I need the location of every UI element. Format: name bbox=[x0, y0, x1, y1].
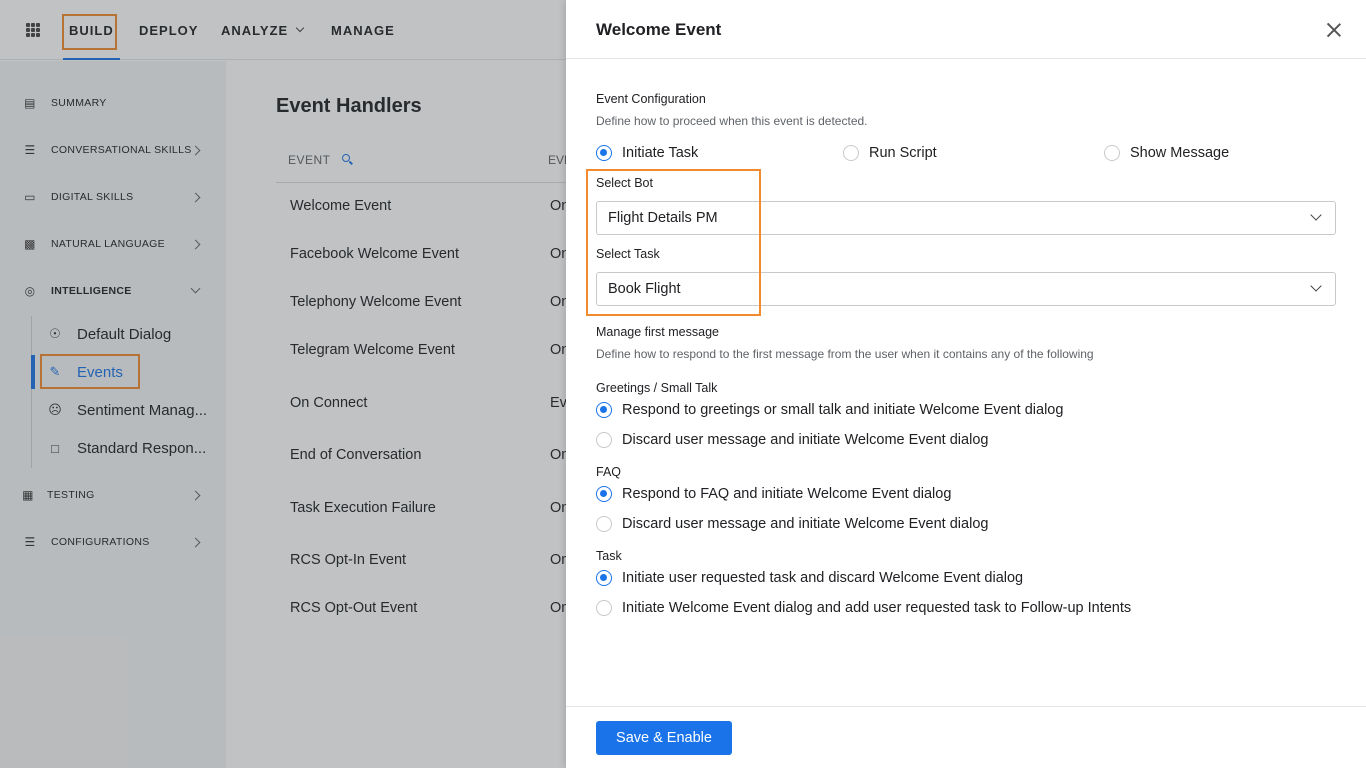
greetings-label: Greetings / Small Talk bbox=[596, 381, 718, 395]
panel-footer-divider bbox=[566, 706, 1366, 707]
radio-label: Discard user message and initiate Welcom… bbox=[622, 432, 989, 448]
task-label: Task bbox=[596, 549, 622, 563]
select-highlight-box bbox=[586, 169, 761, 316]
radio-unselected-icon bbox=[596, 600, 612, 616]
event-configuration-description: Define how to proceed when this event is… bbox=[596, 114, 868, 128]
radio-selected-icon bbox=[596, 570, 612, 586]
manage-first-message-description: Define how to respond to the first messa… bbox=[596, 347, 1094, 361]
radio-unselected-icon bbox=[596, 516, 612, 532]
radio-label: Initiate Welcome Event dialog and add us… bbox=[622, 600, 1132, 616]
radio-greetings-respond[interactable]: Respond to greetings or small talk and i… bbox=[596, 402, 1063, 418]
save-enable-button[interactable]: Save & Enable bbox=[596, 721, 732, 755]
radio-label: Run Script bbox=[869, 145, 937, 161]
radio-label: Discard user message and initiate Welcom… bbox=[622, 516, 989, 532]
radio-show-message[interactable]: Show Message bbox=[1104, 145, 1229, 161]
radio-label: Respond to FAQ and initiate Welcome Even… bbox=[622, 486, 952, 502]
panel-header-divider bbox=[566, 58, 1366, 59]
radio-faq-discard[interactable]: Discard user message and initiate Welcom… bbox=[596, 516, 988, 532]
radio-initiate-task[interactable]: Initiate Task bbox=[596, 145, 698, 161]
manage-first-message-label: Manage first message bbox=[596, 325, 719, 339]
radio-label: Initiate user requested task and discard… bbox=[622, 570, 1024, 586]
radio-task-followup[interactable]: Initiate Welcome Event dialog and add us… bbox=[596, 600, 1131, 616]
chevron-down-icon bbox=[1310, 209, 1322, 221]
radio-selected-icon bbox=[596, 486, 612, 502]
radio-unselected-icon bbox=[843, 145, 859, 161]
close-icon[interactable] bbox=[1326, 22, 1342, 38]
radio-label: Show Message bbox=[1130, 145, 1230, 161]
radio-selected-icon bbox=[596, 402, 612, 418]
modal-backdrop[interactable] bbox=[0, 0, 566, 768]
radio-selected-icon bbox=[596, 145, 612, 161]
radio-unselected-icon bbox=[1104, 145, 1120, 161]
radio-faq-respond[interactable]: Respond to FAQ and initiate Welcome Even… bbox=[596, 486, 951, 502]
faq-label: FAQ bbox=[596, 465, 622, 479]
event-configuration-label: Event Configuration bbox=[596, 92, 706, 106]
radio-task-initiate[interactable]: Initiate user requested task and discard… bbox=[596, 570, 1023, 586]
welcome-event-panel: Welcome Event Event Configuration Define… bbox=[566, 0, 1366, 768]
radio-run-script[interactable]: Run Script bbox=[843, 145, 937, 161]
chevron-down-icon bbox=[1310, 280, 1322, 292]
radio-greetings-discard[interactable]: Discard user message and initiate Welcom… bbox=[596, 432, 988, 448]
radio-label: Respond to greetings or small talk and i… bbox=[622, 402, 1064, 418]
panel-title: Welcome Event bbox=[596, 20, 722, 39]
radio-label: Initiate Task bbox=[622, 145, 699, 161]
radio-unselected-icon bbox=[596, 432, 612, 448]
